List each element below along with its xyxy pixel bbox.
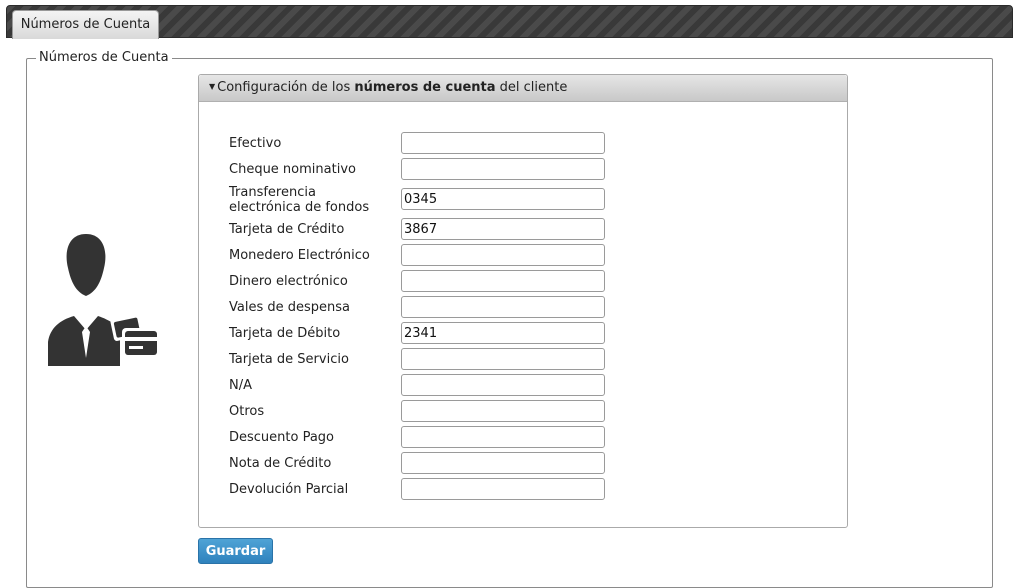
field-label: Tarjeta de Servicio: [229, 352, 349, 367]
tarjeta-servicio-input[interactable]: [401, 348, 605, 370]
panel-header-suffix: del cliente: [495, 80, 568, 95]
dinero-electronico-input[interactable]: [401, 270, 605, 292]
field-label: Vales de despensa: [229, 300, 350, 315]
save-button[interactable]: Guardar: [198, 538, 273, 564]
field-label: N/A: [229, 378, 252, 393]
field-label: Cheque nominativo: [229, 162, 356, 177]
field-label: Nota de Crédito: [229, 456, 332, 471]
field-label: Tarjeta de Crédito: [229, 222, 345, 237]
field-label: Monedero Electrónico: [229, 248, 370, 263]
field-label: Dinero electrónico: [229, 274, 348, 289]
field-label: Transferencia electrónica de fondos: [229, 185, 370, 215]
tarjeta-debito-input[interactable]: [401, 322, 605, 344]
panel-header-bold: números de cuenta: [354, 80, 496, 95]
tarjeta-credito-input[interactable]: [401, 218, 605, 240]
user-credit-card-icon: [48, 234, 160, 366]
na-input[interactable]: [401, 374, 605, 396]
tab-numeros-de-cuenta[interactable]: Números de Cuenta: [12, 10, 159, 39]
field-label: Efectivo: [229, 136, 282, 151]
monedero-electronico-input[interactable]: [401, 244, 605, 266]
cheque-nominativo-input[interactable]: [401, 158, 605, 180]
caret-down-icon: ▼: [209, 82, 216, 91]
panel-header[interactable]: ▼ Configuración de los números de cuenta …: [199, 75, 847, 102]
field-label: Tarjeta de Débito: [229, 326, 341, 341]
field-label: Otros: [229, 404, 265, 419]
fieldset-legend: Números de Cuenta: [36, 50, 172, 65]
descuento-pago-input[interactable]: [401, 426, 605, 448]
account-config-panel: ▼ Configuración de los números de cuenta …: [198, 74, 848, 528]
devolucion-parcial-input[interactable]: [401, 478, 605, 500]
field-label: Devolución Parcial: [229, 482, 349, 497]
field-label: Descuento Pago: [229, 430, 335, 445]
otros-input[interactable]: [401, 400, 605, 422]
transferencia-input[interactable]: [401, 188, 605, 210]
vales-despensa-input[interactable]: [401, 296, 605, 318]
panel-header-prefix: Configuración de los: [217, 80, 355, 95]
nota-credito-input[interactable]: [401, 452, 605, 474]
efectivo-input[interactable]: [401, 132, 605, 154]
tab-bar: Números de Cuenta: [6, 5, 1013, 39]
